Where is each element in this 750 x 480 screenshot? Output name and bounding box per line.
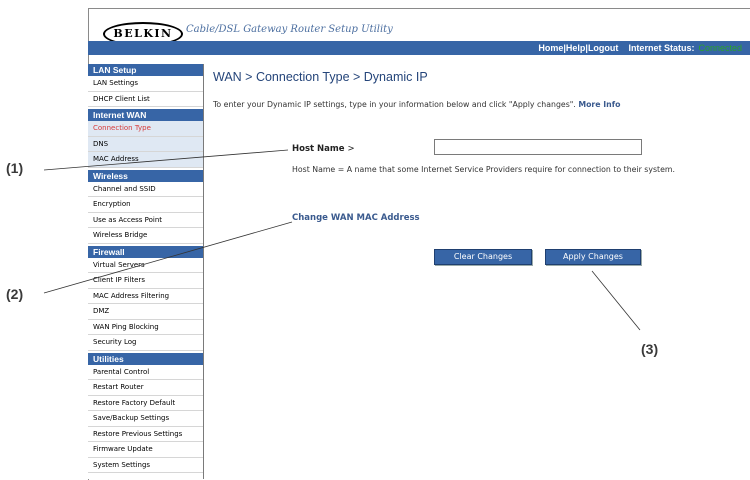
sidebar-item-mac-address[interactable]: MAC Address: [88, 152, 203, 168]
sidebar-item-wan-ping-blocking[interactable]: WAN Ping Blocking: [88, 320, 203, 335]
sidebar-section-internet-wan: Internet WAN: [88, 109, 203, 121]
sidebar-item-dns[interactable]: DNS: [88, 136, 203, 152]
apply-changes-button[interactable]: Apply Changes: [545, 249, 641, 265]
sidebar-item-system-settings[interactable]: System Settings: [88, 458, 203, 473]
logout-link[interactable]: Logout: [588, 43, 619, 53]
host-name-input[interactable]: [434, 139, 642, 155]
sidebar-item-encryption[interactable]: Encryption: [88, 197, 203, 213]
sidebar-item-lan-settings[interactable]: LAN Settings: [88, 76, 203, 92]
help-link[interactable]: Help: [566, 43, 586, 53]
host-name-label: Host Name >: [292, 144, 355, 154]
clear-changes-button[interactable]: Clear Changes: [434, 249, 532, 265]
callout-2: (2): [6, 286, 24, 302]
home-link[interactable]: Home: [538, 43, 563, 53]
change-wan-mac-link[interactable]: Change WAN MAC Address: [292, 213, 420, 223]
sidebar-section-wireless: Wireless: [88, 169, 203, 182]
host-name-help: Host Name = A name that some Internet Se…: [292, 165, 675, 174]
host-name-arrow: >: [347, 144, 355, 154]
sidebar-item-mac-filtering[interactable]: MAC Address Filtering: [88, 289, 203, 304]
host-name-label-text: Host Name: [292, 144, 345, 154]
sidebar-item-dmz[interactable]: DMZ: [88, 304, 203, 320]
sidebar-item-restore-previous[interactable]: Restore Previous Settings: [88, 427, 203, 442]
callout-3: (3): [641, 341, 659, 357]
sidebar-item-firmware-update[interactable]: Firmware Update: [88, 442, 203, 458]
sidebar-item-save-backup[interactable]: Save/Backup Settings: [88, 411, 203, 427]
internet-status-value: Connected: [698, 43, 742, 53]
sidebar: LAN Setup LAN Settings DHCP Client List …: [88, 64, 204, 479]
sidebar-section-firewall: Firewall: [88, 245, 203, 258]
sidebar-item-virtual-servers[interactable]: Virtual Servers: [88, 258, 203, 273]
top-bar: Home | Help | Logout Internet Status: Co…: [88, 41, 750, 55]
sidebar-section-lan-setup: LAN Setup: [88, 64, 203, 76]
sidebar-item-wireless-bridge[interactable]: Wireless Bridge: [88, 228, 203, 244]
sidebar-item-connection-type[interactable]: Connection Type: [88, 121, 203, 137]
sidebar-item-client-ip-filters[interactable]: Client IP Filters: [88, 273, 203, 289]
app-title: Cable/DSL Gateway Router Setup Utility: [186, 24, 393, 35]
internet-status-label: Internet Status:: [628, 43, 695, 53]
sidebar-item-security-log[interactable]: Security Log: [88, 335, 203, 351]
callout-1: (1): [6, 160, 24, 176]
sidebar-section-utilities: Utilities: [88, 352, 203, 365]
sidebar-item-restart-router[interactable]: Restart Router: [88, 380, 203, 396]
intro-sentence: To enter your Dynamic IP settings, type …: [213, 100, 576, 109]
intro-text: To enter your Dynamic IP settings, type …: [213, 100, 683, 109]
more-info-link[interactable]: More Info: [578, 100, 620, 109]
sidebar-item-restore-factory[interactable]: Restore Factory Default: [88, 396, 203, 411]
sidebar-item-dhcp-client-list[interactable]: DHCP Client List: [88, 92, 203, 107]
top-nav: Home | Help | Logout Internet Status: Co…: [538, 41, 742, 55]
page-title: WAN > Connection Type > Dynamic IP: [213, 70, 428, 84]
sidebar-item-parental-control[interactable]: Parental Control: [88, 365, 203, 380]
sidebar-item-access-point[interactable]: Use as Access Point: [88, 213, 203, 228]
sidebar-item-channel-ssid[interactable]: Channel and SSID: [88, 182, 203, 197]
